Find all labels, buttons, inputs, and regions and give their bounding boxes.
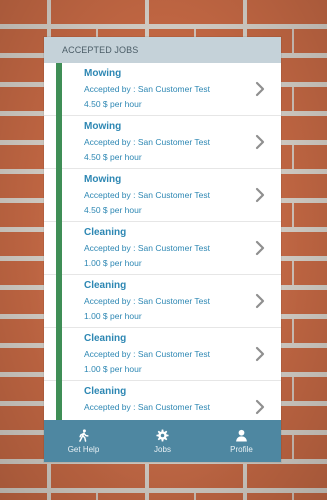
tab-get-help[interactable]: Get Help — [44, 420, 123, 462]
job-status-stripe — [56, 116, 62, 169]
bottom-tab-bar: Get Help Jobs Profile — [44, 420, 281, 462]
job-title: Cleaning — [84, 386, 127, 397]
gear-icon — [156, 428, 169, 442]
job-rate: 1.00 $ per hour — [84, 311, 142, 321]
tab-label: Profile — [230, 444, 253, 454]
job-accepted-by: Accepted by : San Customer Test — [84, 243, 210, 253]
user-icon — [236, 429, 247, 442]
chevron-right-icon[interactable] — [253, 186, 267, 204]
chevron-right-icon[interactable] — [253, 133, 267, 151]
job-title: Mowing — [84, 174, 122, 185]
chevron-right-icon[interactable] — [253, 80, 267, 98]
job-status-stripe — [56, 169, 62, 222]
job-status-stripe — [56, 275, 62, 328]
job-list-item[interactable]: Mowing Accepted by : San Customer Test 4… — [44, 169, 281, 222]
job-status-stripe — [56, 328, 62, 381]
job-list-item[interactable]: Cleaning Accepted by : San Customer Test… — [44, 328, 281, 381]
job-status-stripe — [56, 222, 62, 275]
app-screen: ACCEPTED JOBS Mowing Accepted by : San C… — [44, 37, 281, 462]
job-list-item[interactable]: Mowing Accepted by : San Customer Test 4… — [44, 63, 281, 116]
job-accepted-by: Accepted by : San Customer Test — [84, 296, 210, 306]
job-rate: 4.50 $ per hour — [84, 205, 142, 215]
accepted-jobs-list[interactable]: Mowing Accepted by : San Customer Test 4… — [44, 63, 281, 420]
tab-label: Jobs — [154, 444, 171, 454]
job-title: Cleaning — [84, 227, 127, 238]
job-list-item[interactable]: Cleaning Accepted by : San Customer Test — [44, 381, 281, 420]
job-title: Mowing — [84, 121, 122, 132]
job-status-stripe — [56, 63, 62, 116]
job-accepted-by: Accepted by : San Customer Test — [84, 402, 210, 412]
chevron-right-icon[interactable] — [253, 239, 267, 257]
job-rate: 1.00 $ per hour — [84, 364, 142, 374]
job-accepted-by: Accepted by : San Customer Test — [84, 84, 210, 94]
job-rate: 4.50 $ per hour — [84, 99, 142, 109]
job-rate: 4.50 $ per hour — [84, 152, 142, 162]
job-list-item[interactable]: Cleaning Accepted by : San Customer Test… — [44, 275, 281, 328]
job-accepted-by: Accepted by : San Customer Test — [84, 137, 210, 147]
job-rate: 1.00 $ per hour — [84, 258, 142, 268]
job-list-item[interactable]: Cleaning Accepted by : San Customer Test… — [44, 222, 281, 275]
chevron-right-icon[interactable] — [253, 292, 267, 310]
chevron-right-icon[interactable] — [253, 345, 267, 363]
job-accepted-by: Accepted by : San Customer Test — [84, 190, 210, 200]
job-status-stripe — [56, 381, 62, 420]
accepted-jobs-header: ACCEPTED JOBS — [44, 37, 281, 63]
job-title: Cleaning — [84, 333, 127, 344]
tab-label: Get Help — [67, 444, 100, 454]
job-list-item[interactable]: Mowing Accepted by : San Customer Test 4… — [44, 116, 281, 169]
tab-profile[interactable]: Profile — [202, 420, 281, 462]
job-title: Cleaning — [84, 280, 127, 291]
walking-person-icon — [79, 428, 89, 442]
chevron-right-icon[interactable] — [253, 398, 267, 416]
job-title: Mowing — [84, 68, 122, 79]
tab-jobs[interactable]: Jobs — [123, 420, 202, 462]
job-accepted-by: Accepted by : San Customer Test — [84, 349, 210, 359]
